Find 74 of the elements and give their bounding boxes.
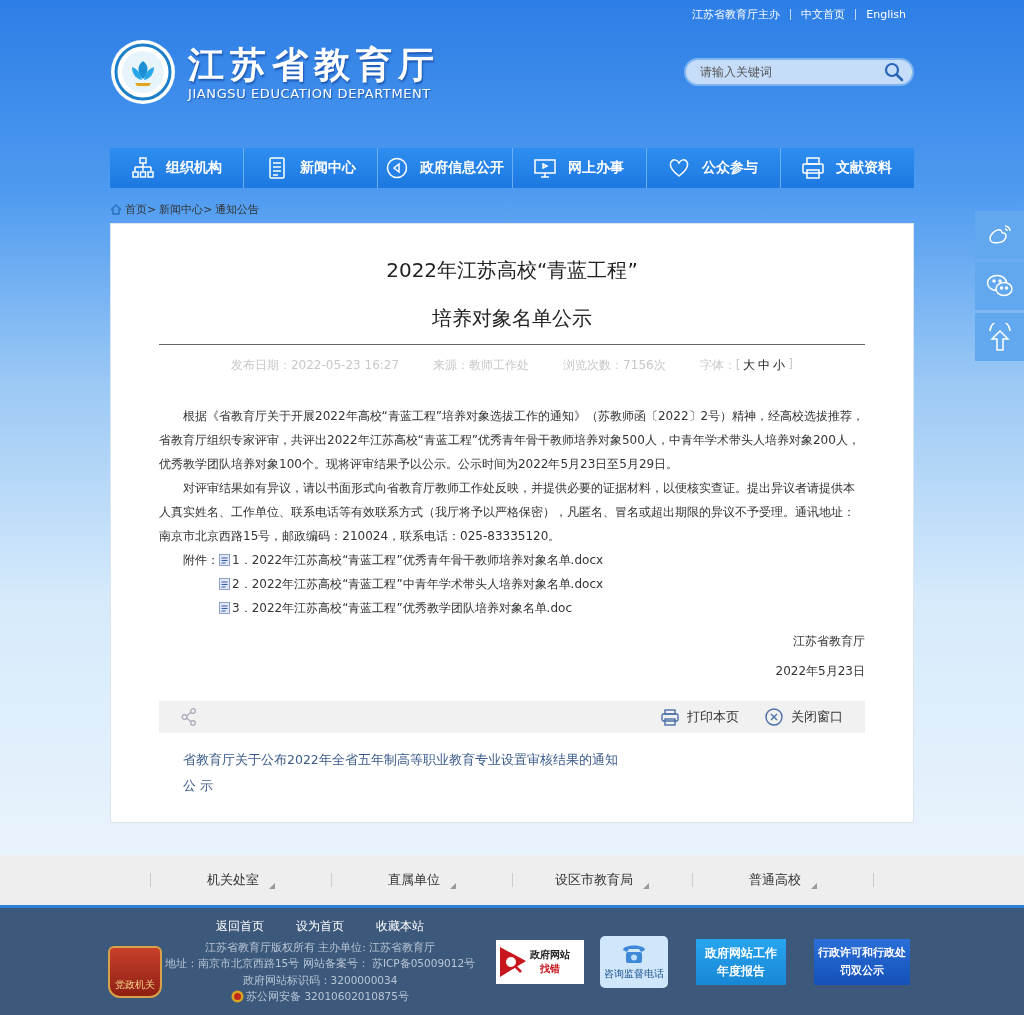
printer-icon xyxy=(802,157,825,179)
corner-arrow-icon xyxy=(268,883,275,889)
signature-text: 江苏省教育厅 xyxy=(792,633,865,650)
body-paragraph: 对评审结果如有异议，请以书面形式向省教育厅教师工作处反映，并提供必要的证据材料，以便核实查证。提出异议者请提供本人真实姓名、工作单位、联系电话等有效联系方式（我厅将予以严格保密），凡匿名、冒名或超出期限的异议不予受理。通讯地址：南京市北京西路15号，邮政编码：210024，联系电话：025-83335120。 xyxy=(159,480,856,545)
footer-info-text: 江苏省教育厅版权所有 主办单位: 江苏省教育厅 xyxy=(204,939,436,955)
footer-dropdown[interactable]: 机关处室 xyxy=(150,873,331,887)
share-icon[interactable] xyxy=(181,708,197,726)
footer-link[interactable]: 返回首页 xyxy=(216,918,264,935)
search-icon[interactable] xyxy=(884,62,904,82)
attachment-link[interactable]: 2．2022年江苏高校“青蓝工程”中青年学术带头人培养对象名单.docx xyxy=(232,572,604,596)
print-button[interactable]: 打印本页 xyxy=(661,708,739,726)
footer-link[interactable]: 设为首页 xyxy=(296,918,344,935)
article-title: 2022年江苏高校“青蓝工程” xyxy=(385,257,639,284)
nav-item[interactable]: 网上办事 xyxy=(512,148,647,188)
error-report-badge[interactable]: 政府网站 找错 xyxy=(496,939,584,984)
chat-bubbles-icon xyxy=(985,274,1014,298)
logo-emblem-icon xyxy=(110,39,176,105)
article-title: 培养对象名单公示 xyxy=(431,305,593,332)
play-circle-icon xyxy=(385,157,408,179)
close-icon xyxy=(765,708,783,726)
nav-item[interactable]: 公众参与 xyxy=(646,148,781,188)
footer-info-text: 地址：南京市北京西路15号 网站备案号： 苏ICP备05009012号 xyxy=(164,956,476,972)
site-title: 江苏省教育厅 xyxy=(188,43,440,86)
attachment-link[interactable]: 3．2022年江苏高校“青蓝工程”优秀教学团队培养对象名单.doc xyxy=(232,596,572,620)
wechat-button[interactable] xyxy=(975,262,1024,310)
attachment-link[interactable]: 1．2022年江苏高校“青蓝工程”优秀青年骨干教师培养对象名单.docx xyxy=(232,548,604,572)
footer-dropdown[interactable]: 普通高校 xyxy=(692,873,874,887)
up-arrow-icon xyxy=(987,323,1012,351)
related-link[interactable]: 省教育厅关于公布2022年全省五年制高等职业教育专业设置审核结果的通知 xyxy=(183,749,841,771)
related-link[interactable]: 公 示 xyxy=(183,775,841,797)
document-file-icon xyxy=(219,602,230,614)
nav-item[interactable]: 文献资料 xyxy=(780,148,915,188)
nav-item[interactable]: 新闻中心 xyxy=(244,148,379,188)
close-button[interactable]: 关闭窗口 xyxy=(765,708,843,726)
bracket-text: ] xyxy=(788,357,794,373)
corner-arrow-icon xyxy=(811,883,818,889)
top-link[interactable]: English xyxy=(866,8,906,21)
breadcrumb-link[interactable]: 通知公告 xyxy=(215,202,260,217)
font-size-link[interactable]: 大 xyxy=(743,357,756,374)
top-link[interactable]: 江苏省教育厅主办 xyxy=(692,7,781,22)
back-to-top-button[interactable] xyxy=(975,313,1024,361)
breadcrumb-link[interactable]: 首页> xyxy=(125,202,157,217)
heart-icon xyxy=(668,157,691,179)
weibo-button[interactable] xyxy=(975,211,1024,259)
breadcrumb-link[interactable]: 新闻中心> xyxy=(159,202,213,217)
footer-link[interactable]: 收藏本站 xyxy=(376,918,424,935)
signature-text: 2022年5月23日 xyxy=(774,663,865,680)
org-chart-icon xyxy=(131,157,154,179)
font-size-link[interactable]: 中 xyxy=(758,357,771,374)
corner-arrow-icon xyxy=(449,883,456,889)
corner-arrow-icon xyxy=(643,883,650,889)
footer-dropdown[interactable]: 直属单位 xyxy=(330,873,512,887)
magnifier-icon xyxy=(500,946,526,977)
body-paragraph: 根据《省教育厅关于开展2022年高校“青蓝工程”培养对象选拔工作的通知》（苏教师函〔2022〕2号）精神，经高校选拔推荐，省教育厅组织专家评审，共评出2022年江苏高校“青蓝工程”优秀青年骨干教师培养对象500人，中青年学术带头人培养对象200人，优秀教学团队培养对象100个。现将评审结果予以公示。公示时间为2022年5月23日至5月29日。 xyxy=(159,408,865,473)
party-badge[interactable]: 党政机关 xyxy=(108,945,162,998)
printer-icon xyxy=(661,708,679,726)
footer-dropdown[interactable]: 设区市教育局 xyxy=(511,873,693,887)
search-field[interactable]: 请输入关键词 xyxy=(684,58,914,86)
phone-badge[interactable]: 咨询监督电话 xyxy=(600,935,668,988)
nav-item[interactable]: 政府信息公开 xyxy=(378,148,513,188)
footer-info-text: 苏公网安备 32010602010875号 xyxy=(231,988,409,1005)
attachment-label: 附件： xyxy=(183,552,219,569)
document-file-icon xyxy=(219,554,230,566)
home-icon xyxy=(110,204,122,215)
nav-item[interactable]: 组织机构 xyxy=(110,148,245,188)
police-emblem-icon xyxy=(231,990,245,1003)
monitor-icon xyxy=(534,157,557,179)
site-subtitle: JIANGSU EDUCATION DEPARTMENT xyxy=(188,85,432,101)
document-file-icon xyxy=(219,578,230,590)
footer-info-text: 政府网站标识码：3200000034 xyxy=(242,972,398,988)
weibo-icon xyxy=(986,223,1013,247)
top-link[interactable]: 中文首页 xyxy=(801,7,846,22)
dual-disclosure-badge[interactable]: 行政许可和行政处罚双公示 xyxy=(814,938,910,985)
font-size-link[interactable]: 小 xyxy=(773,357,786,374)
